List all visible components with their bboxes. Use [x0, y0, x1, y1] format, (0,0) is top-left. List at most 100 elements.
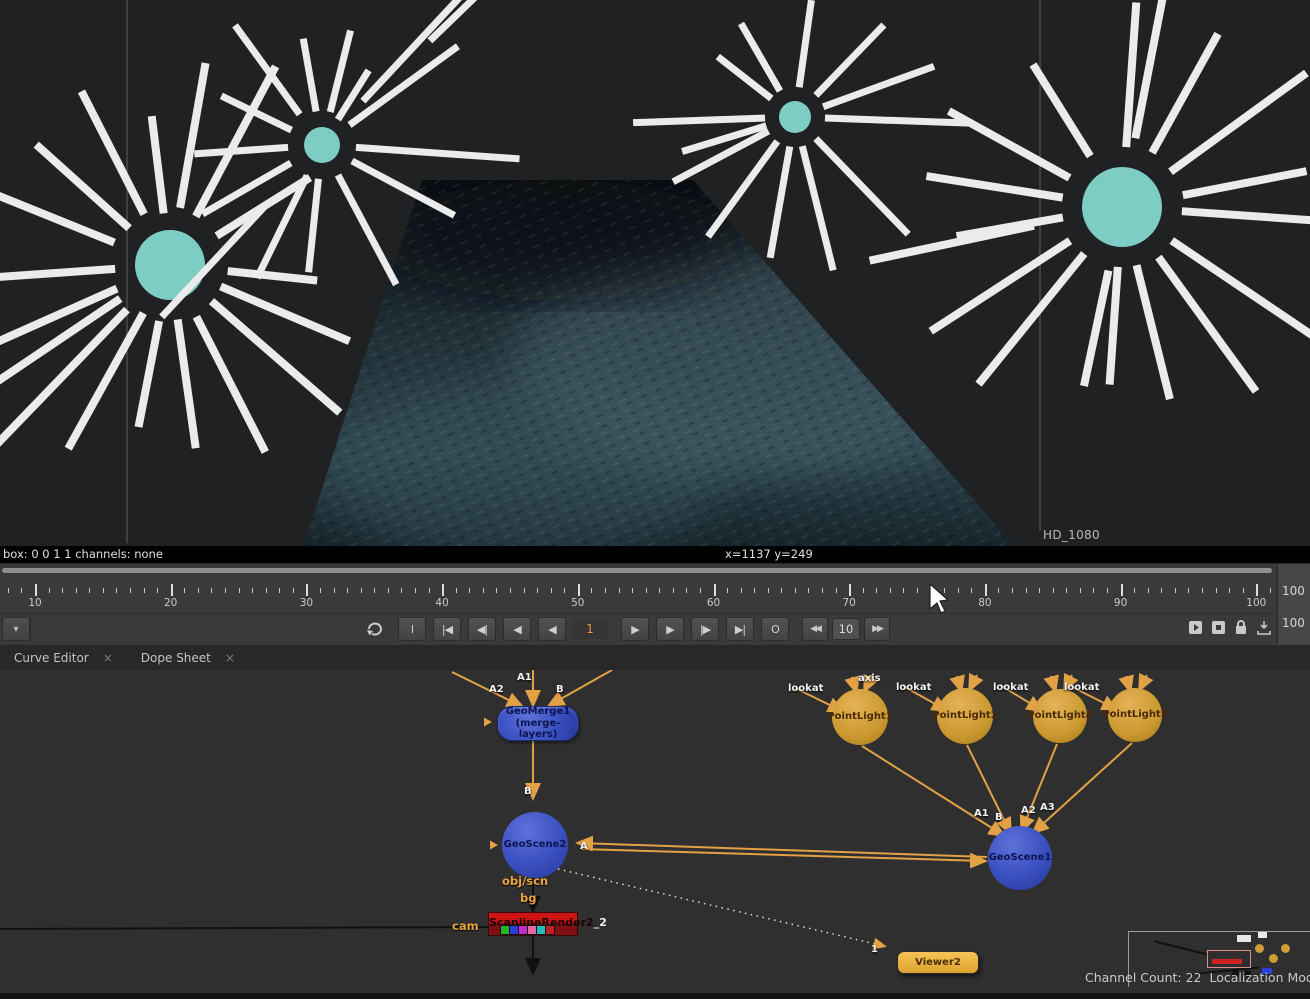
ruler-tick — [401, 588, 402, 593]
prev-keyframe-button[interactable]: ◀| — [468, 617, 496, 641]
decrement-frame-button[interactable]: ◀◀ — [802, 617, 828, 641]
tab-dope-sheet[interactable]: Dope Sheet × — [127, 645, 249, 670]
lock-range-icon[interactable] — [1234, 619, 1248, 635]
timeline-panel[interactable]: 102030405060708090100 ▾ I|◀◀|◀◀1▶▶|▶▶|O◀… — [0, 563, 1310, 646]
goto-end-button[interactable]: ▶| — [726, 617, 754, 641]
ruler-tick — [1039, 588, 1040, 593]
tab-label: Dope Sheet — [141, 651, 211, 665]
ruler-tick — [266, 588, 267, 593]
ruler-tick — [1093, 588, 1094, 593]
node-pointlight4[interactable]: PointLight4 — [1033, 689, 1087, 743]
editor-tab-bar: Curve Editor × Dope Sheet × — [0, 645, 1310, 671]
ruler-tick — [659, 588, 660, 593]
ruler-tick — [62, 588, 63, 593]
next-keyframe-button[interactable]: |▶ — [691, 617, 719, 641]
ruler-tick — [849, 584, 851, 596]
frame-increment-field[interactable]: 10 — [832, 618, 860, 640]
play-forward-button[interactable]: ▶ — [621, 617, 649, 641]
node-pointlight2[interactable]: PointLight2 — [937, 688, 993, 744]
ruler-tick — [198, 588, 199, 593]
ruler-tick — [808, 588, 809, 593]
input-label-obj-scn: obj/scn — [502, 874, 548, 888]
node-geoscene2[interactable]: GeoScene2 — [502, 812, 568, 878]
ruler-tick — [252, 588, 253, 593]
3d-viewer-panel[interactable]: HD_1080 — [0, 0, 1310, 546]
goto-start-button[interactable]: |◀ — [433, 617, 461, 641]
increment-frame-button[interactable]: ▶▶ — [864, 617, 890, 641]
ruler-tick — [469, 588, 470, 593]
frame-range-from-viewer-icon[interactable] — [1256, 619, 1272, 635]
ruler-tick — [917, 588, 918, 593]
play-backward-button[interactable]: ◀ — [538, 617, 566, 641]
ruler-tick — [714, 584, 716, 596]
ruler-tick — [456, 588, 457, 593]
ruler-tick — [741, 588, 742, 593]
ruler-tick — [781, 588, 782, 593]
playback-range-end-field[interactable]: 100 — [1282, 616, 1310, 630]
ruler-tick — [524, 588, 525, 593]
port-label-lookat: lookat — [788, 683, 823, 694]
minimap-node — [1281, 944, 1290, 953]
ruler-tick — [971, 588, 972, 593]
ruler-tick — [116, 588, 117, 593]
ruler-tick — [727, 588, 728, 593]
node-pointlight3[interactable]: PointLight3 — [1108, 688, 1162, 742]
frame-range-button[interactable]: O — [761, 617, 789, 641]
close-icon[interactable]: × — [225, 651, 235, 665]
frame-range-fields: 100 100 — [1277, 564, 1310, 646]
playback-loop-mode-icon[interactable] — [364, 620, 388, 638]
node-geomerge1[interactable]: GeoMerge1(merge-layers) — [497, 706, 579, 741]
port-label-lookat: lookat — [896, 682, 931, 693]
minimap-node — [1237, 935, 1251, 942]
viewer-sync-icons — [1188, 616, 1278, 638]
viewer-info-bar: box: 0 0 1 1 channels: none x=1137 y=249 — [0, 546, 1310, 563]
ruler-tick-label: 30 — [300, 597, 313, 609]
step-forward-button[interactable]: ▶ — [656, 617, 684, 641]
ruler-tick-label: 90 — [1114, 597, 1127, 609]
timeline-scroll-track[interactable] — [0, 566, 1276, 574]
ruler-tick-label: 10 — [28, 597, 41, 609]
ruler-tick — [1148, 588, 1149, 593]
node-viewer2[interactable]: Viewer2 — [897, 951, 979, 974]
current-frame-field[interactable]: 1 — [573, 619, 607, 639]
ruler-tick — [876, 588, 877, 593]
ruler-tick — [334, 588, 335, 593]
ruler-tick — [225, 588, 226, 593]
ruler-tick — [171, 584, 173, 596]
timeline-scrollbar[interactable] — [2, 568, 1272, 573]
ruler-tick-label: 80 — [978, 597, 991, 609]
ruler-tick — [551, 588, 552, 593]
ruler-tick — [157, 588, 158, 593]
ruler-tick — [1107, 588, 1108, 593]
close-icon[interactable]: × — [103, 651, 113, 665]
status-bar-text: Channel Count: 22 Localization Mode: O — [1085, 970, 1310, 985]
ruler-tick — [8, 588, 9, 593]
port-label-axis: axis — [858, 673, 881, 684]
range-end-field[interactable]: 100 — [1282, 584, 1310, 598]
node-graph-panel[interactable]: GeoMerge1(merge-layers) GeoScene2 GeoScene… — [0, 670, 1310, 993]
ruler-tick — [673, 588, 674, 593]
port-label-a2: A2 — [1021, 805, 1036, 816]
minimap-wire — [1155, 940, 1209, 955]
step-back-button[interactable]: ◀ — [503, 617, 531, 641]
mark-in-button[interactable]: I — [398, 617, 426, 641]
timeline-view-menu[interactable]: ▾ — [2, 617, 30, 641]
play-in-viewer-icon[interactable] — [1188, 620, 1203, 635]
ruler-tick — [415, 588, 416, 593]
minimap-node — [1269, 954, 1278, 963]
tab-curve-editor[interactable]: Curve Editor × — [0, 645, 127, 670]
node-geoscene1[interactable]: GeoScene1 — [988, 826, 1052, 890]
minimap-node — [1255, 944, 1264, 953]
node-label: PointLight1 — [827, 711, 892, 723]
port-label-lookat: lookat — [993, 682, 1028, 693]
node-pointlight1[interactable]: PointLight1 — [832, 689, 888, 745]
ruler-tick — [1121, 584, 1123, 596]
ruler-tick-label: 70 — [843, 597, 856, 609]
minimap-view-rect — [1207, 950, 1251, 968]
ruler-tick — [822, 588, 823, 593]
ruler-tick — [239, 588, 240, 593]
minimap-node — [1258, 932, 1267, 938]
caret-down-icon: ▾ — [13, 624, 18, 635]
ruler-tick — [279, 588, 280, 593]
stop-icon[interactable] — [1211, 620, 1226, 635]
